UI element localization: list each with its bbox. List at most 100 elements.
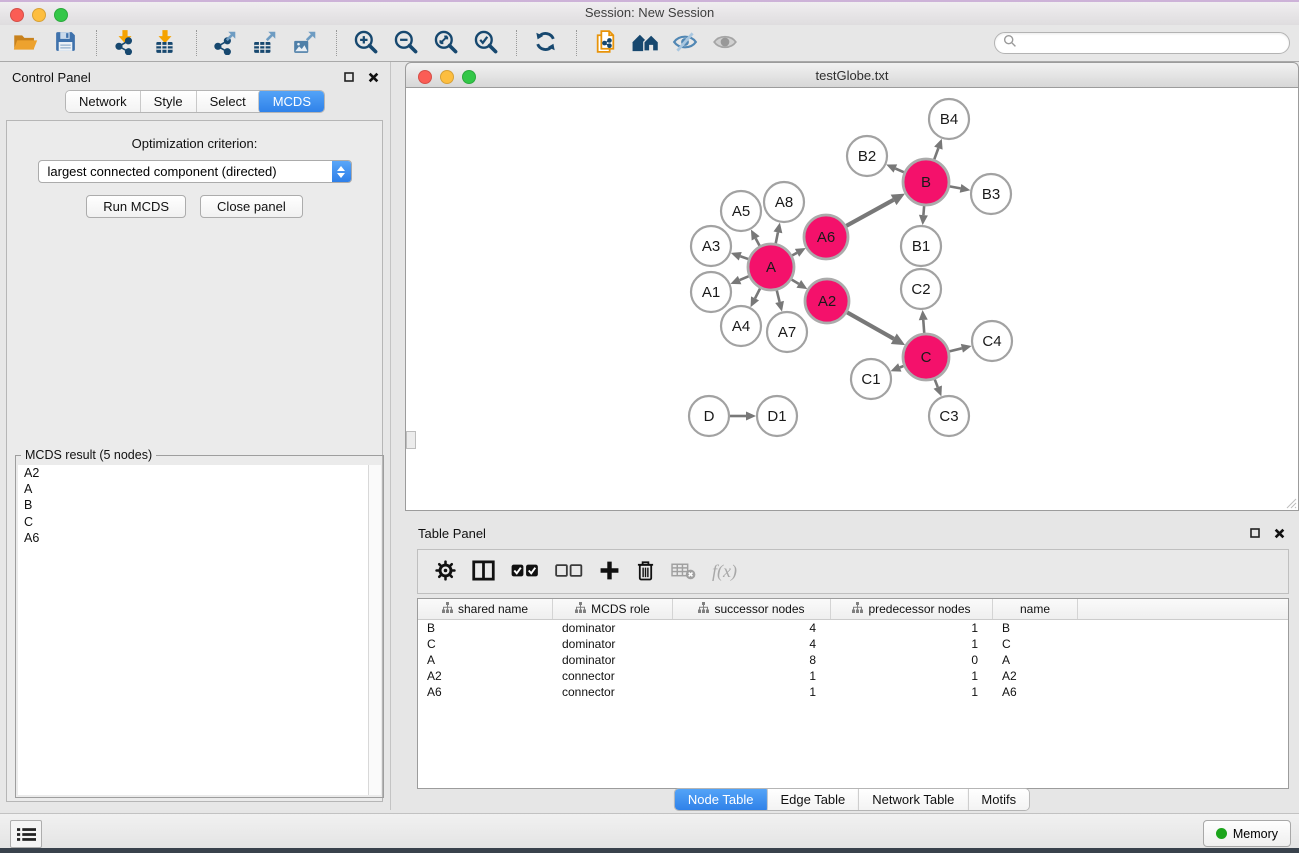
- graph-edge-B-B3[interactable]: [950, 184, 971, 193]
- tab-style[interactable]: Style: [140, 91, 196, 112]
- graph-node-C4[interactable]: C4: [972, 321, 1012, 361]
- tab-mcds[interactable]: MCDS: [258, 90, 325, 113]
- deselect-all-button[interactable]: [555, 557, 583, 587]
- tab-node-table[interactable]: Node Table: [674, 788, 768, 811]
- network-window-titlebar[interactable]: testGlobe.txt: [405, 62, 1299, 88]
- graph-node-A8[interactable]: A8: [764, 182, 804, 222]
- tab-edge-table[interactable]: Edge Table: [766, 789, 858, 810]
- zoom-out-button[interactable]: [392, 29, 418, 57]
- graph-node-B4[interactable]: B4: [929, 99, 969, 139]
- mcds-result-item[interactable]: C: [18, 514, 368, 530]
- network-canvas[interactable]: A A1 A2 A3 A4 A5 A6 A7 A8 B B1 B2 B3B4 C C1 C2 C3C4 D D1: [405, 88, 1299, 511]
- graph-edge-A-A2[interactable]: [792, 279, 808, 289]
- save-session-button[interactable]: [52, 29, 78, 57]
- graph-edge-C-C1[interactable]: [890, 363, 903, 371]
- graph-edge-A-A7[interactable]: [775, 290, 784, 311]
- columns-button[interactable]: [472, 557, 495, 587]
- run-mcds-button[interactable]: Run MCDS: [86, 195, 186, 218]
- graph-node-D1[interactable]: D1: [757, 396, 797, 436]
- table-row[interactable]: A2connector11A2: [418, 668, 1288, 684]
- zoom-in-button[interactable]: [352, 29, 378, 57]
- graph-node-D[interactable]: D: [689, 396, 729, 436]
- table-row[interactable]: Cdominator41C: [418, 636, 1288, 652]
- home-button[interactable]: [632, 29, 658, 57]
- graph-edge-B-B2[interactable]: [886, 164, 904, 172]
- clone-network-button[interactable]: [592, 29, 618, 57]
- graph-node-A6[interactable]: A6: [804, 215, 848, 259]
- result-scrollbar[interactable]: [368, 465, 381, 795]
- tab-select[interactable]: Select: [196, 91, 259, 112]
- zoom-selected-button[interactable]: [472, 29, 498, 57]
- mcds-result-item[interactable]: A2: [18, 465, 368, 481]
- graph-node-B1[interactable]: B1: [901, 226, 941, 266]
- column-header-predecessor-nodes[interactable]: predecessor nodes: [831, 599, 993, 619]
- graph-edge-A-A6[interactable]: [792, 248, 806, 257]
- table-row[interactable]: Adominator80A: [418, 652, 1288, 668]
- import-table-button[interactable]: [152, 29, 178, 57]
- select-all-button[interactable]: [511, 557, 539, 587]
- graph-node-B3[interactable]: B3: [971, 174, 1011, 214]
- export-network-button[interactable]: [212, 29, 238, 57]
- tab-network-table[interactable]: Network Table: [858, 789, 967, 810]
- mcds-result-item[interactable]: A: [18, 481, 368, 497]
- column-header-shared-name[interactable]: shared name: [418, 599, 553, 619]
- graph-node-A5[interactable]: A5: [721, 191, 761, 231]
- graph-node-A2[interactable]: A2: [805, 279, 849, 323]
- hide-panel-button[interactable]: [672, 29, 698, 57]
- tab-motifs[interactable]: Motifs: [967, 789, 1029, 810]
- delete-button[interactable]: [636, 557, 655, 587]
- close-panel-icon[interactable]: [366, 70, 380, 84]
- graph-edge-A6-B[interactable]: [846, 194, 905, 226]
- settings-button[interactable]: [435, 557, 456, 587]
- graph-edge-A-A1[interactable]: [730, 276, 748, 284]
- graph-edge-C-C2[interactable]: [919, 310, 928, 333]
- zoom-fit-button[interactable]: [432, 29, 458, 57]
- refresh-button[interactable]: [532, 29, 558, 57]
- graph-node-B[interactable]: B: [903, 159, 949, 205]
- table-row[interactable]: Bdominator41B: [418, 620, 1288, 636]
- column-header-name[interactable]: name: [993, 599, 1078, 619]
- graph-node-A7[interactable]: A7: [767, 312, 807, 352]
- graph-edge-D-D1[interactable]: [730, 412, 756, 421]
- resize-grip-icon[interactable]: [1285, 497, 1297, 509]
- export-image-button[interactable]: [292, 29, 318, 57]
- canvas-scrollbar-fragment[interactable]: [406, 431, 416, 449]
- graph-node-A4[interactable]: A4: [721, 306, 761, 346]
- graph-edge-C-C3[interactable]: [934, 379, 942, 396]
- graph-edge-C-C4[interactable]: [949, 344, 971, 353]
- column-header-successor-nodes[interactable]: successor nodes: [673, 599, 831, 619]
- column-header-MCDS-role[interactable]: MCDS role: [553, 599, 673, 619]
- graph-edge-B-B4[interactable]: [934, 139, 942, 160]
- criterion-dropdown[interactable]: largest connected component (directed): [38, 160, 352, 183]
- import-network-button[interactable]: [112, 29, 138, 57]
- graph-node-B2[interactable]: B2: [847, 136, 887, 176]
- memory-button[interactable]: Memory: [1203, 820, 1291, 847]
- graph-edge-A2-C[interactable]: [847, 312, 905, 345]
- close-table-panel-icon[interactable]: [1272, 526, 1286, 540]
- tab-network[interactable]: Network: [66, 91, 140, 112]
- close-panel-button[interactable]: Close panel: [200, 195, 303, 218]
- panel-stack-button[interactable]: [10, 820, 42, 848]
- graph-node-C2[interactable]: C2: [901, 269, 941, 309]
- graph-node-A3[interactable]: A3: [691, 226, 731, 266]
- table-row[interactable]: A6connector11A6: [418, 684, 1288, 700]
- mcds-result-item[interactable]: A6: [18, 530, 368, 546]
- search-input[interactable]: [1022, 35, 1289, 52]
- graph-edge-A-A3[interactable]: [731, 252, 749, 260]
- graph-edge-A-A8[interactable]: [774, 223, 783, 244]
- mcds-result-item[interactable]: B: [18, 497, 368, 513]
- search-box[interactable]: [994, 32, 1290, 54]
- graph-node-C[interactable]: C: [903, 334, 949, 380]
- graph-edge-B-B1[interactable]: [919, 206, 928, 225]
- graph-node-A[interactable]: A: [748, 244, 794, 290]
- graph-edge-A-A5[interactable]: [751, 230, 760, 246]
- graph-node-A1[interactable]: A1: [691, 272, 731, 312]
- add-button[interactable]: [599, 557, 620, 587]
- float-table-panel-icon[interactable]: [1248, 526, 1262, 540]
- graph-node-C1[interactable]: C1: [851, 359, 891, 399]
- open-session-button[interactable]: [12, 29, 38, 57]
- graph-node-C3[interactable]: C3: [929, 396, 969, 436]
- graph-edge-A-A4[interactable]: [751, 288, 761, 307]
- float-panel-icon[interactable]: [342, 70, 356, 84]
- export-table-button[interactable]: [252, 29, 278, 57]
